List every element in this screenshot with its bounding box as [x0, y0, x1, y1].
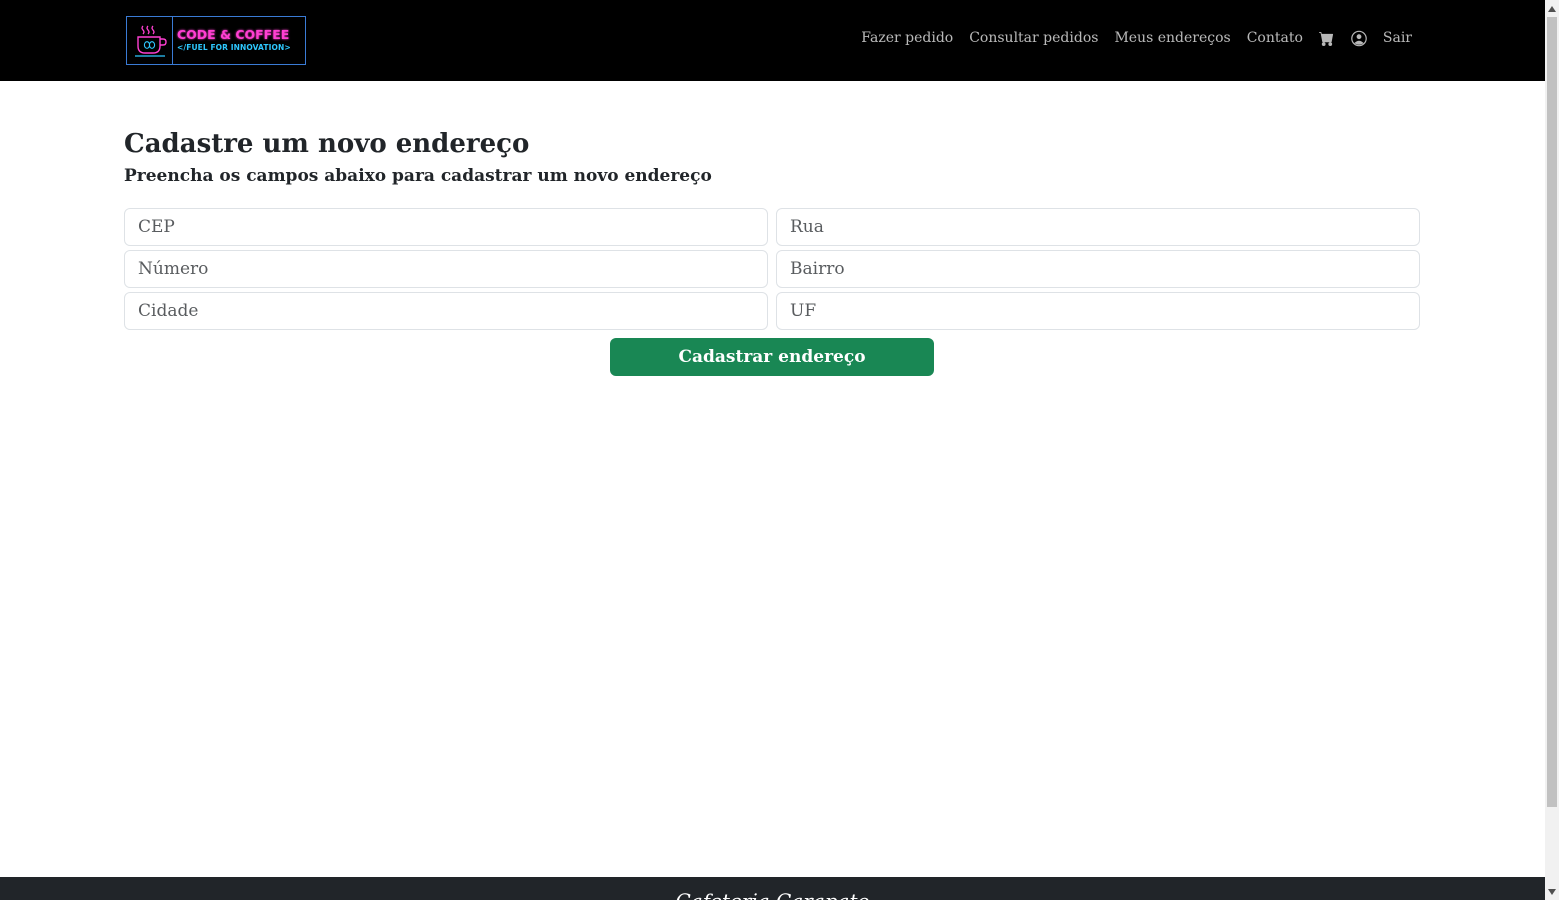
- address-fields: [124, 208, 1420, 330]
- brand-tagline: </FUEL FOR INNOVATION>: [177, 43, 291, 52]
- logout-link[interactable]: Sair: [1383, 30, 1412, 46]
- cart-icon[interactable]: [1319, 30, 1335, 46]
- bairro-input[interactable]: [776, 250, 1420, 288]
- coffee-cup-icon: [127, 17, 173, 64]
- footer: Cafeteria Carapato: [0, 877, 1545, 900]
- scroll-up-arrow-icon[interactable]: [1545, 0, 1559, 17]
- cep-input[interactable]: [124, 208, 768, 246]
- brand-name: CODE & COFFEE: [177, 27, 290, 42]
- nav-item-consultar-pedidos[interactable]: Consultar pedidos: [969, 30, 1098, 46]
- address-form-section: Cadastre um novo endereço Preencha os ca…: [124, 126, 1420, 376]
- footer-text: Cafeteria Carapato: [0, 889, 1545, 900]
- page-subtitle: Preencha os campos abaixo para cadastrar…: [124, 166, 712, 186]
- user-circle-icon[interactable]: [1351, 30, 1367, 46]
- nav-item-fazer-pedido[interactable]: Fazer pedido: [861, 30, 953, 46]
- submit-wrapper: Cadastrar endereço: [124, 338, 1420, 376]
- numero-input[interactable]: [124, 250, 768, 288]
- page: CODE & COFFEE </FUEL FOR INNOVATION> Faz…: [0, 0, 1545, 900]
- navbar: CODE & COFFEE </FUEL FOR INNOVATION> Faz…: [0, 0, 1545, 81]
- nav-menu: Fazer pedido Consultar pedidos Meus ende…: [861, 0, 1412, 76]
- rua-input[interactable]: [776, 208, 1420, 246]
- uf-input[interactable]: [776, 292, 1420, 330]
- scroll-down-arrow-icon[interactable]: [1545, 883, 1559, 900]
- brand-text: CODE & COFFEE </FUEL FOR INNOVATION>: [173, 28, 305, 53]
- submit-address-button[interactable]: Cadastrar endereço: [610, 338, 934, 376]
- page-scrollbar[interactable]: [1545, 0, 1559, 900]
- nav-item-meus-enderecos[interactable]: Meus endereços: [1114, 30, 1230, 46]
- cidade-input[interactable]: [124, 292, 768, 330]
- scrollbar-thumb[interactable]: [1547, 17, 1557, 807]
- nav-item-contato[interactable]: Contato: [1247, 30, 1303, 46]
- brand-logo[interactable]: CODE & COFFEE </FUEL FOR INNOVATION>: [126, 16, 306, 65]
- page-title: Cadastre um novo endereço: [124, 129, 530, 159]
- address-form: Cadastrar endereço: [124, 208, 1420, 376]
